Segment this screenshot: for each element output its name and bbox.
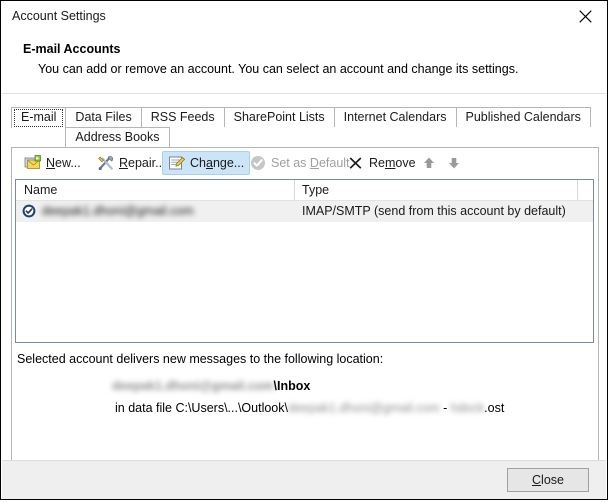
close-icon[interactable] <box>563 1 607 32</box>
change-account-glyph <box>169 156 186 170</box>
tab-internet-calendars[interactable]: Internet Calendars <box>333 107 457 127</box>
email-tab-panel: New... Repair... Change... Set as Defaul… <box>11 147 599 475</box>
default-account-glyph <box>22 204 36 218</box>
delivery-location-label: Selected account delivers new messages t… <box>17 352 384 366</box>
delivery-location-value: deepak1.dhoni@gmail.com\Inbox <box>112 379 310 393</box>
table-row[interactable]: deepak1.dhoni@gmail.com IMAP/SMTP (send … <box>16 201 593 222</box>
delivery-datafile-value: in data file C:\Users\...\Outlook\deepak… <box>115 401 504 415</box>
new-button[interactable]: New... <box>18 151 87 175</box>
repair-tools-icon <box>97 154 115 172</box>
tab-label: SharePoint Lists <box>233 110 325 124</box>
account-settings-dialog: Account Settings E-mail Accounts You can… <box>0 0 608 500</box>
tab-rss-feeds[interactable]: RSS Feeds <box>140 107 225 127</box>
remove-button[interactable]: Remove <box>341 151 422 175</box>
arrow-down-icon <box>445 154 463 172</box>
repair-button-label: Repair... <box>119 156 166 170</box>
column-header-name[interactable]: Name <box>24 183 57 197</box>
check-circle-glyph <box>251 156 265 170</box>
datafile-name-redacted: hdock <box>450 401 485 415</box>
repair-tools-glyph <box>98 156 114 171</box>
move-up-button[interactable] <box>416 151 442 175</box>
tab-strip: E-mail Data Files RSS Feeds SharePoint L… <box>11 107 599 147</box>
accounts-list[interactable]: Name Type deepak1.dhoni@gmail.com IMAP/S… <box>15 179 594 343</box>
account-name-cell: deepak1.dhoni@gmail.com <box>42 204 194 218</box>
list-header: Name Type <box>16 180 593 201</box>
tab-label: E-mail <box>21 110 57 124</box>
set-as-default-button: Set as Default <box>243 151 356 175</box>
dialog-header: E-mail Accounts You can add or remove an… <box>1 32 607 94</box>
tab-email[interactable]: E-mail <box>11 107 67 128</box>
tab-data-files[interactable]: Data Files <box>65 107 142 127</box>
arrow-up-glyph <box>424 157 434 168</box>
remove-button-label: Remove <box>369 156 416 170</box>
account-type-cell: IMAP/SMTP (send from this account by def… <box>302 204 566 218</box>
x-glyph <box>349 157 362 169</box>
column-header-type[interactable]: Type <box>302 183 329 197</box>
column-divider[interactable] <box>294 180 295 200</box>
dialog-footer: Close <box>2 460 606 499</box>
tab-label: RSS Feeds <box>150 110 215 124</box>
change-button[interactable]: Change... <box>162 151 251 175</box>
new-mail-glyph <box>24 155 41 169</box>
accounts-toolbar: New... Repair... Change... Set as Defaul… <box>12 148 598 178</box>
datafile-account-redacted: deepak1.dhoni@gmail.com <box>288 401 440 415</box>
new-mail-icon <box>24 154 42 172</box>
window-title: Account Settings <box>12 9 106 23</box>
tab-label: Address Books <box>75 130 160 144</box>
close-button[interactable]: Close <box>507 468 589 492</box>
tab-address-books[interactable]: Address Books <box>65 127 170 147</box>
delivery-folder: \Inbox <box>273 379 311 393</box>
default-account-icon <box>22 204 36 218</box>
header-subtitle: You can add or remove an account. You ca… <box>38 62 519 76</box>
change-account-icon <box>168 154 186 172</box>
title-bar: Account Settings <box>1 1 607 32</box>
datafile-prefix: in data file C:\Users\...\Outlook\ <box>115 401 288 415</box>
change-button-label: Change... <box>190 156 245 170</box>
arrow-up-icon <box>420 154 438 172</box>
delivery-account-redacted: deepak1.dhoni@gmail.com <box>112 379 274 393</box>
tab-label: Data Files <box>75 110 132 124</box>
column-divider[interactable] <box>577 180 578 200</box>
check-circle-icon <box>249 154 267 172</box>
move-down-button[interactable] <box>441 151 467 175</box>
tab-label: Published Calendars <box>465 110 581 124</box>
tab-published-calendars[interactable]: Published Calendars <box>455 107 591 127</box>
close-button-label: Close <box>532 473 564 487</box>
tab-sharepoint-lists[interactable]: SharePoint Lists <box>223 107 335 127</box>
tab-label: Internet Calendars <box>343 110 447 124</box>
new-button-label: New... <box>46 156 81 170</box>
repair-button[interactable]: Repair... <box>91 151 172 175</box>
close-glyph <box>578 10 592 23</box>
header-title: E-mail Accounts <box>23 42 121 56</box>
datafile-extension: .ost <box>484 401 505 415</box>
datafile-separator: - <box>439 401 451 415</box>
arrow-down-glyph <box>449 158 459 169</box>
x-icon <box>347 154 365 172</box>
set-as-default-label: Set as Default <box>271 156 350 170</box>
